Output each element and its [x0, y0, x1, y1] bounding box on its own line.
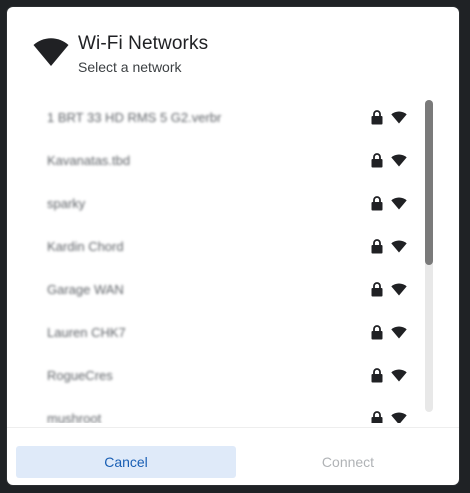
lock-icon	[371, 153, 383, 168]
network-name: RogueCres	[47, 368, 113, 383]
network-name: Kavanatas.tbd	[47, 153, 131, 168]
wifi-signal-icon	[391, 197, 407, 210]
wifi-signal-icon	[391, 412, 407, 423]
wifi-signal-icon	[391, 154, 407, 167]
lock-icon	[371, 325, 383, 340]
lock-icon	[371, 411, 383, 423]
network-item[interactable]: 1 BRT 33 HD RMS 5 G2.verbr	[7, 97, 459, 140]
network-name: Garage WAN	[47, 282, 124, 297]
network-item[interactable]: Kavanatas.tbd	[7, 140, 459, 183]
lock-icon	[371, 282, 383, 297]
wifi-signal-icon	[391, 326, 407, 339]
network-list[interactable]: 1 BRT 33 HD RMS 5 G2.verbr Kavanatas.tbd…	[7, 97, 459, 423]
network-item[interactable]: RogueCres	[7, 355, 459, 398]
lock-icon	[371, 196, 383, 211]
network-name: Lauren CHK7	[47, 325, 126, 340]
wifi-signal-icon	[391, 240, 407, 253]
wifi-signal-icon	[391, 283, 407, 296]
network-item[interactable]: Lauren CHK7	[7, 312, 459, 355]
wifi-signal-icon	[391, 369, 407, 382]
footer-divider	[7, 427, 459, 428]
network-name: mushroot	[47, 411, 102, 423]
wifi-signal-icon	[391, 111, 407, 124]
lock-icon	[371, 110, 383, 125]
wifi-icon	[33, 38, 69, 66]
network-name: Kardin Chord	[47, 239, 124, 254]
scrollbar-track[interactable]	[425, 100, 433, 412]
lock-icon	[371, 368, 383, 383]
scrollbar-thumb[interactable]	[425, 100, 433, 265]
network-item[interactable]: mushroot	[7, 398, 459, 423]
network-name: 1 BRT 33 HD RMS 5 G2.verbr	[47, 110, 222, 125]
network-item[interactable]: Garage WAN	[7, 269, 459, 312]
dialog-subtitle: Select a network	[78, 59, 182, 75]
dialog-header: Wi-Fi Networks Select a network	[7, 7, 459, 93]
network-name: sparky	[47, 196, 86, 211]
network-item[interactable]: Kardin Chord	[7, 226, 459, 269]
connect-button[interactable]: Connect	[238, 446, 458, 478]
dialog-title: Wi-Fi Networks	[78, 33, 209, 54]
wifi-dialog: Wi-Fi Networks Select a network 1 BRT 33…	[7, 7, 459, 485]
cancel-button[interactable]: Cancel	[16, 446, 236, 478]
network-item[interactable]: sparky	[7, 183, 459, 226]
lock-icon	[371, 239, 383, 254]
